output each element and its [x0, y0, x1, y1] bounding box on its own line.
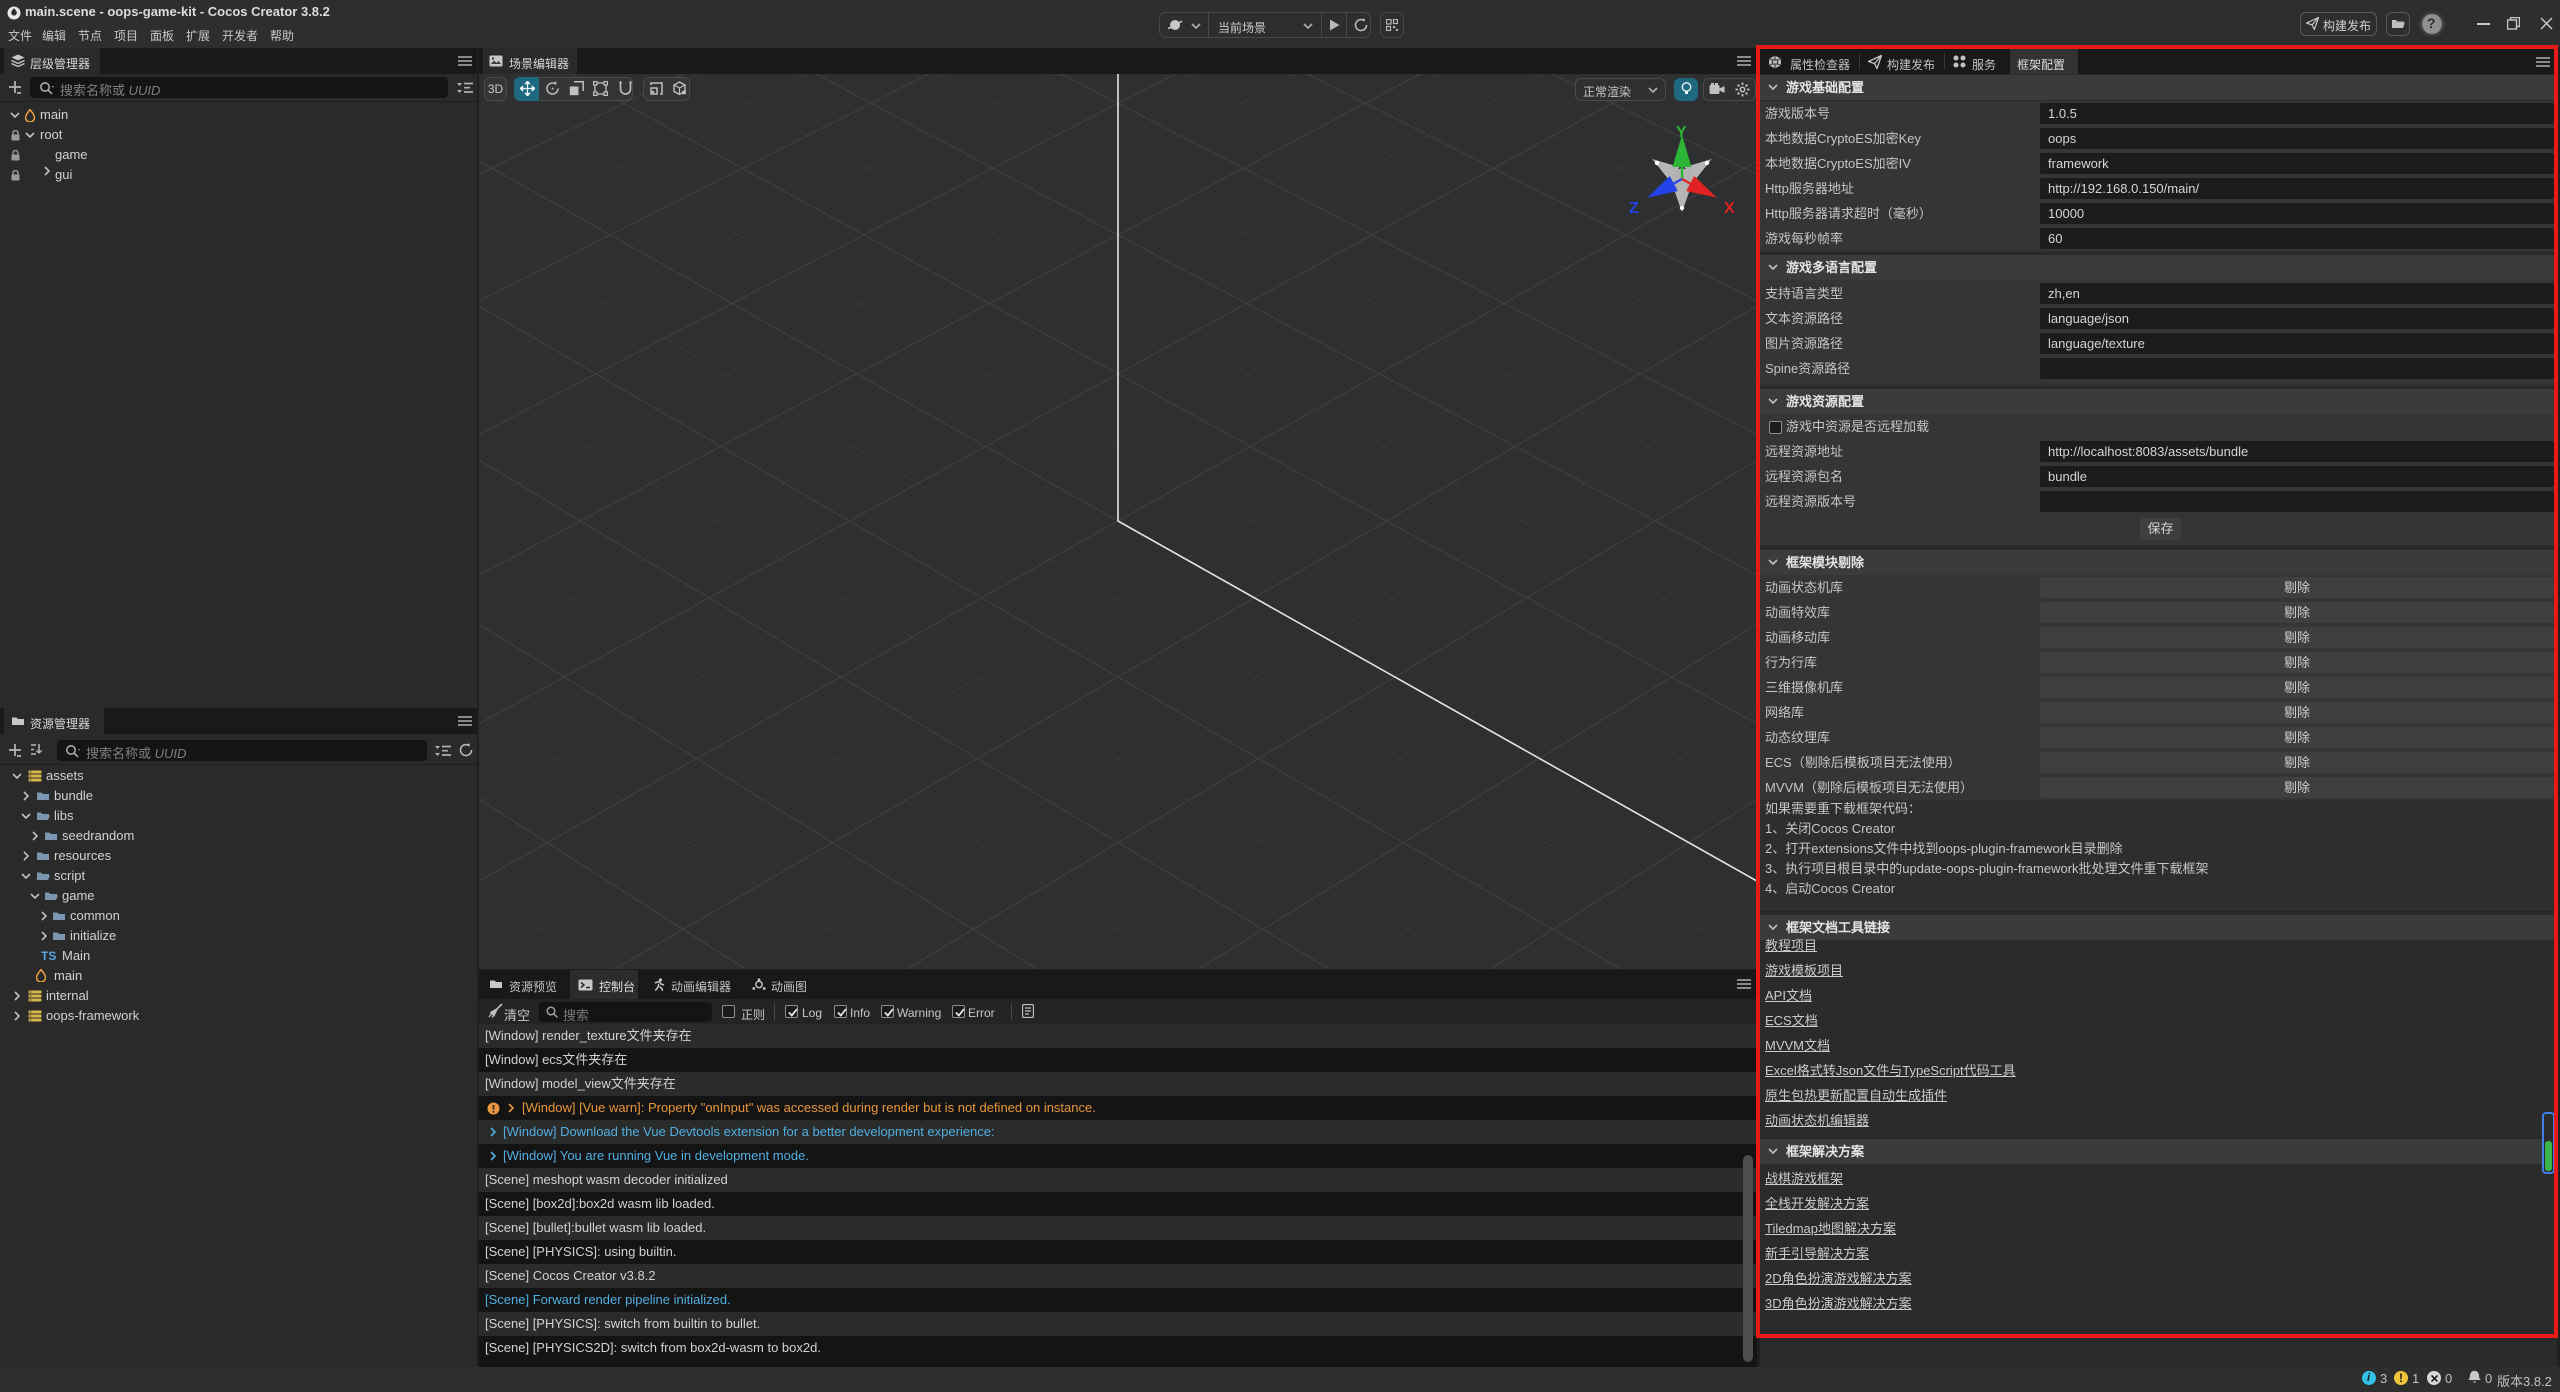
svg-text:X: X	[1724, 200, 1735, 217]
svg-text:Z: Z	[1629, 200, 1639, 217]
svg-text:Y: Y	[1676, 124, 1687, 141]
